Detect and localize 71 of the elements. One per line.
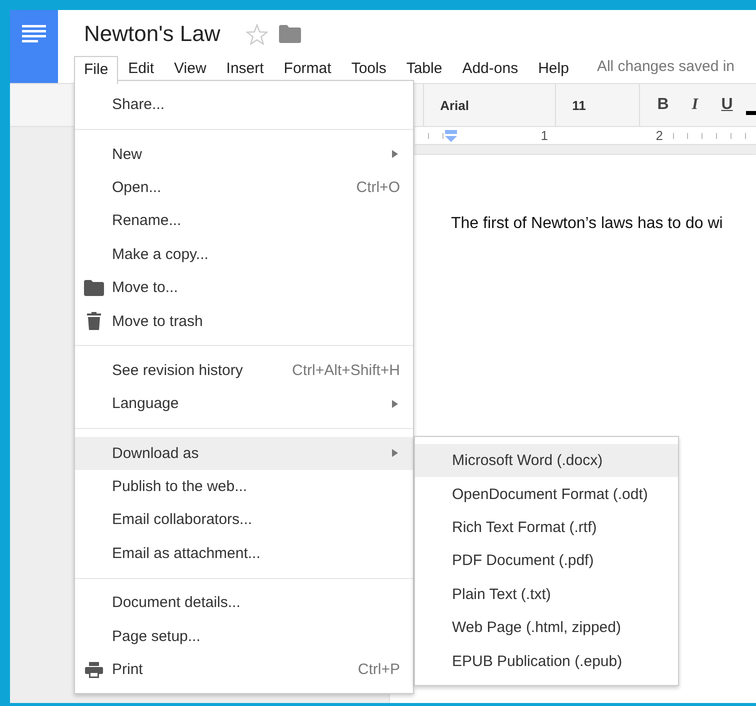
menu-item[interactable]: Move to... [75,270,413,304]
menu-item[interactable]: Download as [75,436,413,470]
indent-marker-icon[interactable] [445,130,457,142]
menu-item-label: Move to... [112,279,179,296]
trash-icon [86,312,100,330]
shortcut-label: Ctrl+O [356,178,400,196]
submenu-item[interactable]: Web Page (.html, zipped) [415,610,678,644]
submenu-arrow-icon [392,449,398,458]
submenu-arrow-icon [392,150,398,158]
menu-item[interactable]: Email collaborators... [75,503,413,537]
save-status: All changes saved in [596,58,735,77]
format-button[interactable]: I [682,92,708,118]
menu-item-label: Open... [112,178,162,196]
menu-bar-item[interactable]: Format [274,56,342,83]
menu-item[interactable]: New [75,137,413,171]
submenu-arrow-icon [392,400,398,408]
menu-item-label: Document details... [112,594,242,612]
menu-item-label: New [112,146,144,163]
submenu-item[interactable]: Microsoft Word (.docx) [415,444,678,478]
menu-item-label: Page setup... [112,628,202,645]
menu-bar-item[interactable]: Table [396,56,452,83]
menu-item-label: Publish to the web... [112,478,248,496]
menu-item[interactable]: Open... Ctrl+O [75,170,413,204]
folder-icon [84,280,104,296]
folder-icon[interactable] [279,25,302,43]
submenu-item[interactable]: PDF Document (.pdf) [415,544,678,578]
format-button[interactable]: U [714,92,740,118]
submenu-item[interactable]: OpenDocument Format (.odt) [415,477,678,511]
menu-item[interactable]: Move to trash [75,304,413,338]
shortcut-label: Ctrl+P [358,661,400,678]
menu-bar-item[interactable]: View [164,56,216,83]
menu-item-label: Language [112,395,180,412]
menu-item[interactable]: Rename... [75,204,413,238]
printer-icon [84,662,102,678]
menu-bar-item[interactable]: Edit [118,56,164,83]
menu-item[interactable]: See revision history Ctrl+Alt+Shift+H [75,354,413,388]
submenu-item[interactable]: Rich Text Format (.rtf) [415,510,678,544]
star-icon[interactable] [246,24,268,44]
menu-item-label: See revision history [112,362,244,379]
submenu-item[interactable]: EPUB Publication (.epub) [415,644,678,678]
menu-item-label: Download as [112,444,200,462]
menu-item-label: Make a copy... [112,246,210,263]
menu-item[interactable]: Make a copy... [75,238,413,271]
menu-bar-item[interactable]: Tools [341,56,396,83]
menu-item[interactable]: Document details... [75,586,413,620]
font-dropdown[interactable]: Arial [423,84,556,126]
menu-bar-item[interactable]: Insert [216,56,274,83]
text-color-icon[interactable] [746,111,756,115]
menu-item[interactable]: Share... [75,88,413,122]
menu-item[interactable]: Publish to the web... [75,470,413,504]
menu-item-label: Email as attachment... [112,544,262,562]
font-size-dropdown[interactable]: 11 [555,84,639,126]
format-button[interactable]: B [650,92,676,118]
docs-logo-icon[interactable] [10,10,58,83]
submenu-item[interactable]: Plain Text (.txt) [415,578,678,611]
document-text[interactable]: The first of Newton’s laws has to do wi [451,215,756,233]
menu-item[interactable]: Language [75,387,413,421]
menu-item[interactable]: Page setup... [75,619,413,653]
ruler-number: 1 [457,128,550,143]
document-title[interactable]: Newton's Law [84,21,220,47]
menu-item-label: Print [112,661,144,678]
menu-item[interactable]: Email as attachment... [75,536,413,570]
menu-item-label: Share... [112,96,166,114]
menu-item-label: Rename... [112,212,182,230]
shortcut-label: Ctrl+Alt+Shift+H [292,362,400,379]
menu-bar-item[interactable]: File [74,56,118,84]
menu-item-label: Email collaborators... [112,511,254,528]
menu-bar-item[interactable]: Help [528,56,579,83]
menu-item-label: Move to trash [112,312,204,330]
menu-bar-item[interactable]: Add-ons [452,56,528,83]
menu-item[interactable]: Print Ctrl+P [75,652,413,686]
